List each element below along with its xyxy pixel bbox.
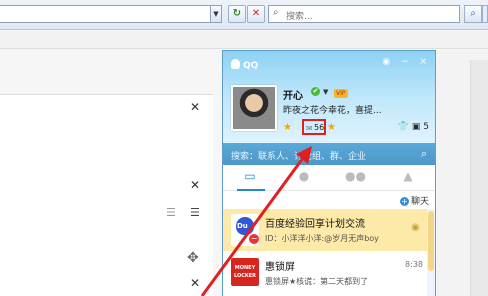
- item-subtitle: 惠锁屏★核谎：第二天都到了: [265, 277, 369, 286]
- vip-badge[interactable]: VIP: [334, 89, 348, 98]
- item-subtitle: ID：小洋洋小洋:@岁月无声boy: [265, 234, 379, 243]
- minus-icon: −: [249, 234, 259, 244]
- qq-search-input[interactable]: 搜索：联系人、讨论组、群、企业 ⌕: [223, 143, 435, 165]
- qq-tabs: ▭ ● ●● ▲: [223, 165, 435, 191]
- stop-button[interactable]: ✕: [247, 5, 265, 23]
- tab-groups[interactable]: ●●: [345, 169, 366, 187]
- start-chat-button[interactable]: + 聊天: [399, 194, 429, 207]
- screen: ▼ ↻ ✕ ⌕ 搜索... ⌕ ✕ ✕ ☰ ☰ ✥ ✕ QQ ◉ − × 开心 …: [0, 0, 488, 296]
- item-title: 惠锁屏: [265, 262, 295, 273]
- magnifier-icon: ⌕: [470, 8, 476, 19]
- status-dropdown-icon[interactable]: ▼: [323, 88, 328, 96]
- tab-contacts[interactable]: ●: [295, 169, 313, 187]
- list-icon[interactable]: ☰: [190, 206, 200, 219]
- money-locker-logo: MONEY LOCKER: [231, 258, 259, 286]
- close-icon[interactable]: ✕: [190, 178, 200, 192]
- search-placeholder: 搜索...: [286, 12, 313, 22]
- search-icon: ⌕: [420, 147, 427, 160]
- mail-count: 56: [314, 123, 325, 132]
- item-title: 百度经验回享计划交流: [265, 219, 365, 230]
- item-time: 8:38: [405, 260, 423, 269]
- move-icon[interactable]: ✥: [187, 250, 199, 266]
- search-options-dropdown[interactable]: [482, 5, 488, 23]
- nickname: 开心: [283, 91, 303, 102]
- qq-penguin-icon: [231, 59, 240, 69]
- header-right-icons[interactable]: 👕 ▣ 5: [398, 122, 429, 132]
- plus-icon: +: [399, 197, 409, 206]
- star-icon[interactable]: ★: [283, 122, 292, 133]
- search-icon: ⌕: [273, 7, 279, 18]
- baidu-avatar: Du −: [231, 214, 259, 246]
- refresh-button[interactable]: ↻: [228, 5, 246, 23]
- page-right-frame: [470, 60, 488, 296]
- qq-search-hint: 搜索：联系人、讨论组、群、企业: [231, 152, 367, 162]
- tab-messages[interactable]: ▭: [241, 169, 259, 187]
- qq-header: QQ ◉ − × 开心 ✔ ▼ VIP 昨夜之花今幸花，喜提... ★ ✉ 56…: [223, 51, 435, 143]
- list-item[interactable]: Du − 百度经验回享计划交流 ID：小洋洋小洋:@岁月无声boy ◉: [223, 209, 427, 251]
- address-bar[interactable]: [0, 5, 222, 23]
- tab-apps[interactable]: ▲: [399, 169, 417, 187]
- eye-icon[interactable]: ◉: [411, 222, 425, 236]
- close-icon[interactable]: ✕: [190, 100, 200, 114]
- chat-row: + 聊天: [223, 191, 435, 209]
- star-icon[interactable]: ★: [327, 122, 336, 133]
- list-scrollbar[interactable]: [427, 209, 435, 296]
- refresh-icon: ↻: [232, 8, 242, 19]
- qq-title: QQ: [231, 59, 258, 71]
- window-controls[interactable]: ◉ − ×: [382, 57, 431, 67]
- list-item[interactable]: MONEY LOCKER 惠锁屏 惠锁屏★核谎：第二天都到了 8:38: [223, 252, 427, 296]
- page-content-panel: [0, 94, 213, 296]
- stop-icon: ✕: [251, 8, 261, 19]
- avatar[interactable]: [231, 85, 277, 131]
- close-icon[interactable]: ✕: [190, 276, 200, 290]
- browser-toolbar: ▼ ↻ ✕ ⌕ 搜索... ⌕: [0, 0, 488, 30]
- list-indent-icon[interactable]: ☰: [166, 206, 176, 219]
- online-status-icon[interactable]: ✔: [311, 87, 320, 96]
- search-go-button[interactable]: ⌕: [464, 5, 482, 23]
- mail-button[interactable]: ✉ 56: [302, 119, 326, 135]
- mail-icon: ✉: [306, 124, 313, 133]
- signature[interactable]: 昨夜之花今幸花，喜提...: [283, 103, 382, 116]
- scroll-thumb[interactable]: [428, 211, 434, 271]
- browser-search-input[interactable]: ⌕ 搜索...: [268, 5, 460, 23]
- address-dropdown-button[interactable]: ▼: [210, 5, 222, 23]
- qq-main-panel: QQ ◉ − × 开心 ✔ ▼ VIP 昨夜之花今幸花，喜提... ★ ✉ 56…: [222, 50, 436, 296]
- toolbar-strip: [0, 31, 488, 49]
